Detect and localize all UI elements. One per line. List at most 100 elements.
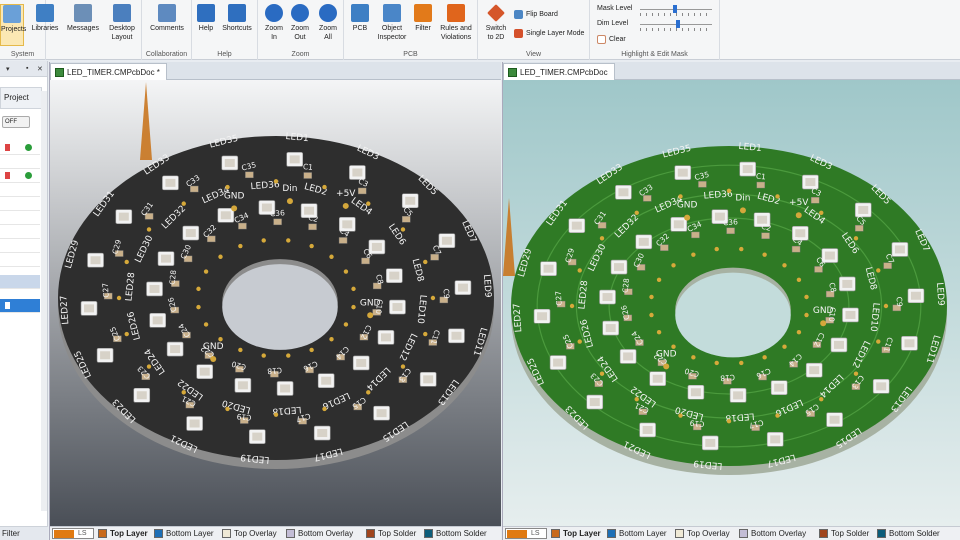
led-lens	[824, 251, 835, 260]
pcb-button[interactable]: PCB	[348, 4, 372, 33]
layer-tab-top-overlay[interactable]: Top Overlay	[675, 529, 730, 538]
capacitor-label: C28	[168, 269, 178, 285]
list-item[interactable]	[0, 197, 40, 211]
filter-tab[interactable]: Filter	[0, 526, 48, 540]
via	[203, 322, 209, 327]
list-item[interactable]	[0, 141, 40, 155]
capacitor-label: C1	[303, 162, 314, 172]
via	[196, 304, 201, 310]
layer-tab-top-solder[interactable]: Top Solder	[819, 529, 869, 538]
layer-tab-bottom-overlay[interactable]: Bottom Overlay	[286, 529, 353, 538]
panel-header: ▾ ▪ ✕	[0, 61, 47, 77]
led-lens	[733, 391, 744, 400]
led-lens	[165, 178, 176, 187]
via	[804, 294, 809, 300]
list-item[interactable]	[0, 211, 40, 225]
led-lens	[770, 435, 781, 444]
single-layer-mode-button[interactable]: Single Layer Mode	[514, 29, 584, 38]
projects-button[interactable]: Projects	[0, 4, 26, 46]
board-3d-view-dark[interactable]: LED1C1LED2C2LED3C3LED4C4LED5C5LED6C6LED7…	[50, 80, 501, 526]
via	[577, 268, 582, 273]
layer-set-button[interactable]: LS	[52, 528, 94, 539]
list-item-selected[interactable]	[0, 275, 40, 289]
mask-level-thumb[interactable]	[673, 5, 677, 13]
via	[196, 286, 201, 292]
filter-button[interactable]: Filter	[412, 4, 434, 33]
capacitor	[698, 181, 707, 188]
group-pcb: PCB Object Inspector Filter Rules and Vi…	[344, 0, 478, 60]
layer-tab-bottom-overlay[interactable]: Bottom Overlay	[739, 529, 806, 538]
group-system-2: Messages Desktop Layout	[46, 0, 142, 60]
group-collaboration: Comments Collaboration	[142, 0, 192, 60]
shortcuts-icon	[228, 4, 246, 22]
via	[775, 194, 780, 199]
list-item[interactable]	[0, 183, 40, 197]
layer-tab-bottom-layer[interactable]: Bottom Layer	[154, 529, 214, 538]
dim-level-thumb[interactable]	[676, 20, 680, 28]
desktop-layout-button[interactable]: Desktop Layout	[104, 4, 140, 42]
via	[726, 188, 732, 193]
list-item[interactable]	[0, 155, 40, 169]
list-item-active[interactable]	[0, 299, 40, 313]
pin-icon[interactable]: ▪	[26, 65, 28, 72]
led-lens	[252, 432, 263, 441]
rules-violations-button[interactable]: Rules and Violations	[436, 4, 476, 42]
pad	[210, 356, 217, 363]
toggle-switch[interactable]: OFF	[2, 116, 30, 128]
document-icon	[5, 144, 10, 151]
led-lens	[809, 366, 820, 375]
list-item[interactable]	[0, 225, 40, 239]
via	[351, 304, 356, 310]
pad-label: GND	[360, 298, 381, 308]
layer-tab-bottom-layer[interactable]: Bottom Layer	[607, 529, 667, 538]
via	[400, 227, 406, 232]
layer-tab-bottom-solder[interactable]: Bottom Solder	[424, 529, 487, 538]
3d-viewport[interactable]: LED1 C1 LED2 C2 LED3 C3 LED4 C4 LED5 C5 LED6 C6 LED7…	[503, 80, 960, 526]
capacitor	[756, 181, 765, 189]
help-button[interactable]: Help	[194, 4, 218, 33]
object-inspector-button[interactable]: Object Inspector	[374, 4, 410, 42]
layer-tab-bottom-solder[interactable]: Bottom Solder	[877, 529, 940, 538]
layer-tab-top-solder[interactable]: Top Solder	[366, 529, 416, 538]
pad-label: +5V	[789, 198, 809, 208]
led-lens	[185, 229, 196, 238]
list-item[interactable]	[0, 239, 40, 253]
clear-button[interactable]: Clear	[597, 35, 626, 44]
layer-set-button[interactable]: LS	[505, 528, 547, 539]
project-button[interactable]: Project	[0, 87, 42, 109]
via	[656, 277, 662, 283]
pad	[663, 363, 670, 370]
document-tab[interactable]: LED_TIMER.CMPcbDoc *	[50, 63, 167, 80]
close-icon[interactable]: ✕	[37, 65, 43, 73]
projects-panel: ▾ ▪ ✕ Project OFF Filter	[0, 61, 48, 540]
via	[225, 406, 230, 412]
via	[218, 254, 223, 259]
zoom-in-button[interactable]: Zoom In	[262, 4, 286, 42]
list-item[interactable]	[0, 253, 40, 267]
menu-icon[interactable]: ▾	[6, 65, 10, 73]
panel-scrollbar[interactable]	[41, 91, 47, 511]
led-lens	[389, 271, 400, 280]
pcb-doc-icon	[55, 68, 64, 77]
messages-button[interactable]: Messages	[64, 4, 102, 33]
zoom-all-button[interactable]: Zoom All	[316, 4, 340, 42]
layer-tab-top-overlay[interactable]: Top Overlay	[222, 529, 277, 538]
led-label: LED9	[934, 282, 946, 306]
messages-icon	[74, 4, 92, 22]
inspector-icon	[383, 4, 401, 22]
via	[181, 390, 186, 395]
layer-tab-top-layer[interactable]: Top Layer	[98, 529, 148, 538]
switch-2d-button[interactable]: Switch to 2D	[482, 4, 510, 42]
via	[238, 347, 243, 353]
document-tab[interactable]: LED_TIMER.CMPcbDoc	[503, 63, 615, 80]
layer-tab-top-layer[interactable]: Top Layer	[551, 529, 601, 538]
board-3d-view-green[interactable]: LED1C1LED2C2LED3C3LED4C4LED5C5LED6C6LED7…	[503, 80, 960, 526]
zoom-out-button[interactable]: Zoom Out	[288, 4, 312, 42]
list-item[interactable]	[0, 169, 40, 183]
3d-viewport[interactable]: LED1 C1 LED2 C2 LED3 C3 LED4 C4 LED5 C5 LED6 C6 LED7…	[50, 80, 501, 526]
led-lens	[237, 381, 248, 390]
book-icon	[197, 4, 215, 22]
comments-button[interactable]: Comments	[148, 4, 186, 33]
shortcuts-button[interactable]: Shortcuts	[218, 4, 256, 33]
flip-board-button[interactable]: Flip Board	[514, 10, 558, 19]
